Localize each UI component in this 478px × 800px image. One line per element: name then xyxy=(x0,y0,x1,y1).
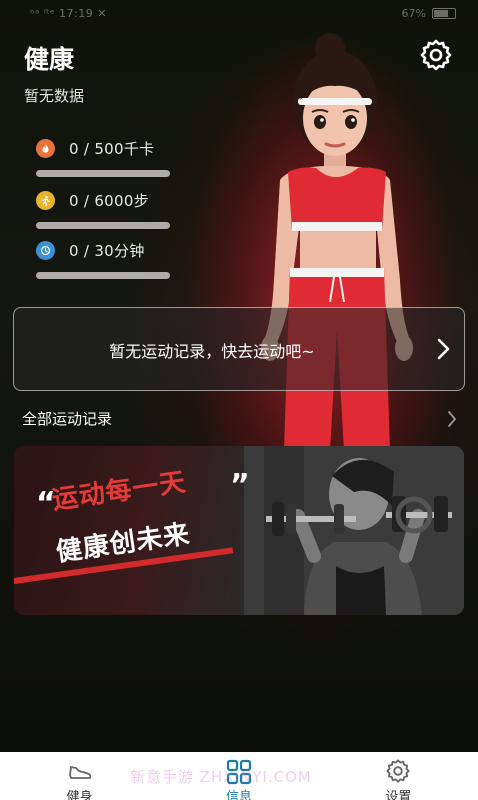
steps-value: 0 / 6000步 xyxy=(69,191,150,210)
sneaker-icon xyxy=(68,766,91,779)
status-bar: ᵒᵃ ˡᵗᵉ 17:19 ✕ 67% xyxy=(0,0,478,30)
gear-icon xyxy=(386,759,410,783)
tab-settings[interactable]: 设置 xyxy=(319,752,478,800)
no-record-card[interactable]: 暂无运动记录，快去运动吧~ xyxy=(13,307,465,391)
all-records-link[interactable]: 全部运动记录 xyxy=(22,408,112,429)
status-time: ᵒᵃ ˡᵗᵉ 17:19 ✕ xyxy=(30,7,107,20)
calorie-value: 0 / 500千卡 xyxy=(69,139,155,158)
chevron-right-icon[interactable] xyxy=(446,410,458,428)
battery-percent: 67% xyxy=(401,7,426,20)
duration-value: 0 / 30分钟 xyxy=(69,241,145,260)
duration-progress-bar xyxy=(36,272,170,279)
clock-icon xyxy=(36,240,55,260)
steps-stat: 0 / 6000步 xyxy=(36,190,176,229)
chevron-right-icon xyxy=(437,338,450,360)
page-subtitle: 暂无数据 xyxy=(24,87,85,105)
tab-fitness-label: 健身 xyxy=(66,790,93,800)
steps-progress-bar xyxy=(36,222,170,229)
flame-icon xyxy=(36,138,55,158)
calorie-progress-bar xyxy=(36,170,170,177)
runner-icon xyxy=(36,190,55,210)
promo-banner[interactable]: “ 运动每一天 ” 健康创未来 xyxy=(14,446,464,615)
banner-close-quote: ” xyxy=(230,468,250,503)
status-right: 67% xyxy=(402,7,456,20)
tab-settings-label: 设置 xyxy=(385,790,412,800)
page-title: 健康 xyxy=(24,45,75,74)
no-record-text: 暂无运动记录，快去运动吧~ xyxy=(109,342,315,361)
duration-stat: 0 / 30分钟 xyxy=(36,240,176,279)
watermark: 新意手游 ZHXINYI.COM xyxy=(130,768,312,786)
battery-icon xyxy=(432,8,456,19)
tab-info-label: 信息 xyxy=(225,790,252,800)
calorie-stat: 0 / 500千卡 xyxy=(36,138,176,177)
